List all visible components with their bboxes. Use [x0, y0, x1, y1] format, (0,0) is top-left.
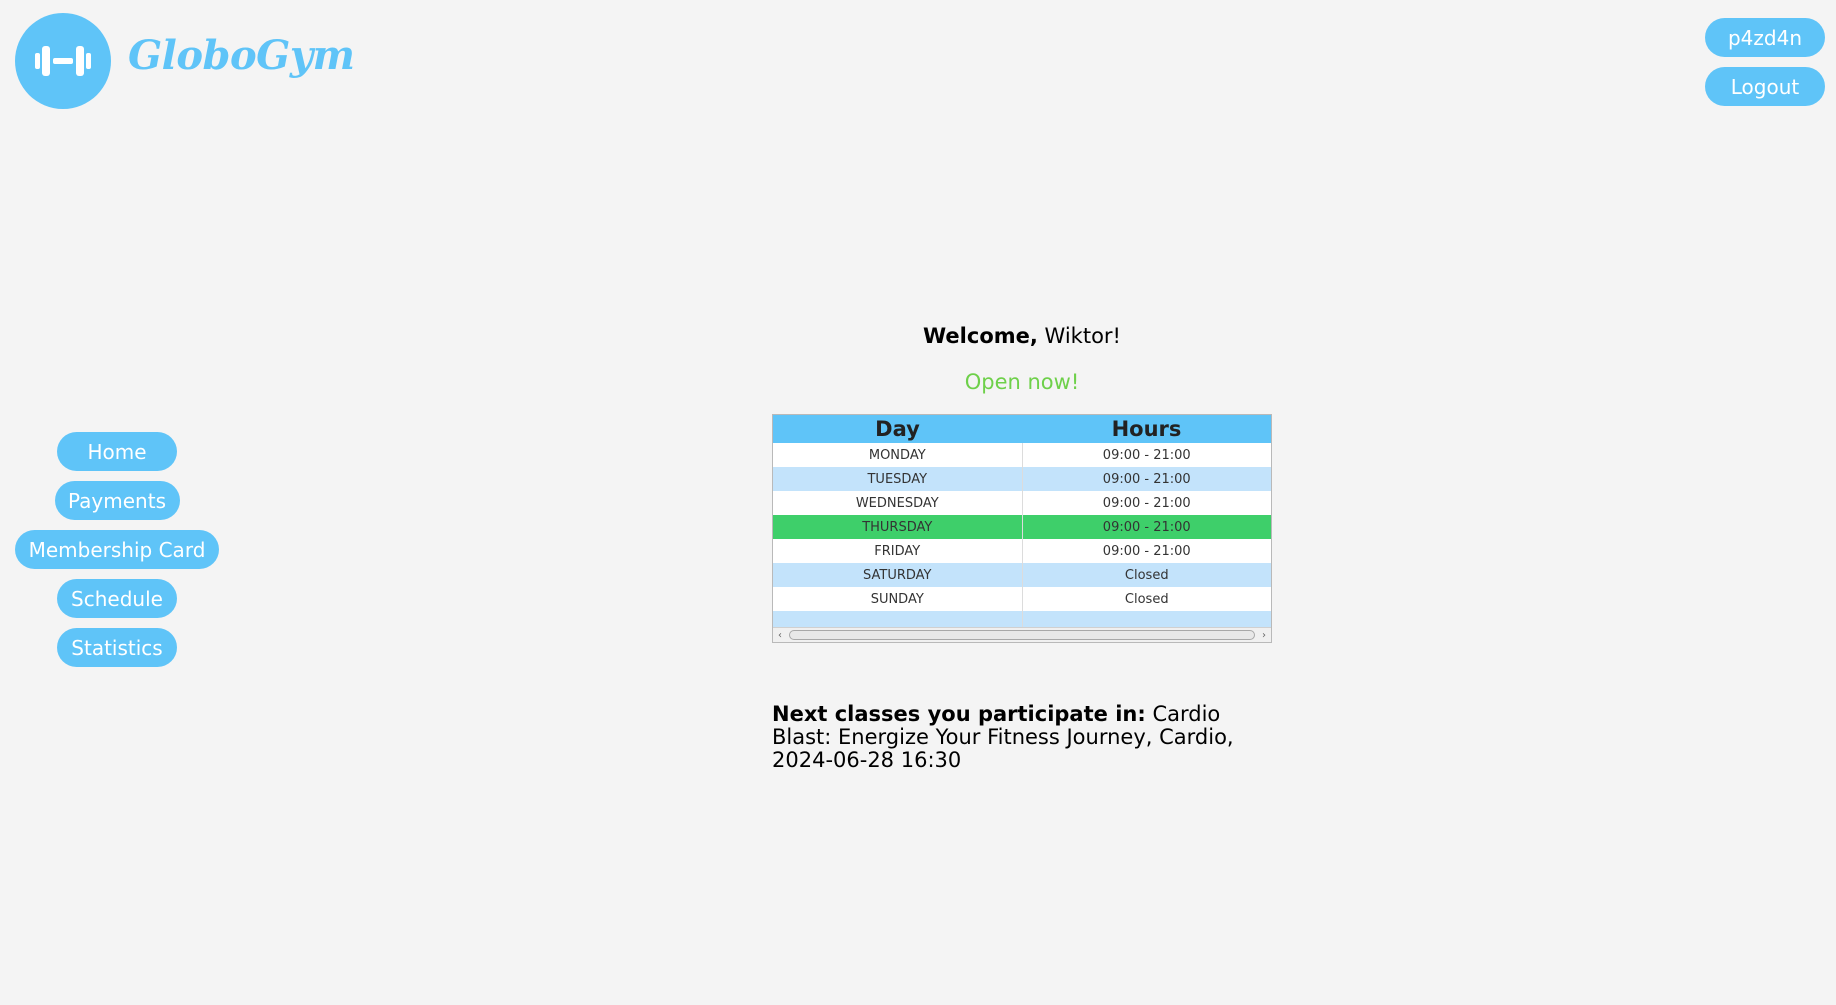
day-cell: FRIDAY: [773, 539, 1023, 563]
scroll-right-icon[interactable]: ›: [1257, 630, 1271, 641]
sidebar-item-schedule[interactable]: Schedule: [57, 579, 177, 618]
hours-cell: 09:00 - 21:00: [1022, 515, 1271, 539]
table-row-today: THURSDAY 09:00 - 21:00: [773, 515, 1271, 539]
day-cell: SUNDAY: [773, 587, 1023, 611]
day-cell: TUESDAY: [773, 467, 1023, 491]
dumbbell-icon: [35, 46, 91, 76]
hours-cell: 09:00 - 21:00: [1102, 543, 1191, 559]
sidebar-item-membership-card[interactable]: Membership Card: [15, 530, 219, 569]
day-cell: THURSDAY: [773, 515, 1023, 539]
day-cell: MONDAY: [773, 443, 1023, 467]
welcome-prefix: Welcome,: [923, 324, 1038, 348]
sidebar-item-statistics[interactable]: Statistics: [57, 628, 177, 667]
table-row: SATURDAY Closed: [773, 563, 1271, 587]
column-header-hours: Hours: [1022, 415, 1271, 443]
horizontal-scrollbar[interactable]: ‹ ›: [773, 627, 1271, 642]
sidebar-nav: Home Payments Membership Card Schedule S…: [15, 432, 219, 667]
column-header-day: Day: [773, 415, 1022, 443]
table-row: SUNDAY Closed: [773, 587, 1271, 611]
hours-cell: 09:00 - 21:00: [1102, 495, 1191, 511]
hours-cell: 09:00 - 21:00: [1022, 467, 1271, 491]
day-cell: SATURDAY: [773, 563, 1023, 587]
sidebar-item-home[interactable]: Home: [57, 432, 177, 471]
table-row: MONDAY 09:00 - 21:00: [773, 443, 1271, 467]
opening-hours-table: Day Hours MONDAY 09:00 - 21:00 TUESDAY 0…: [772, 414, 1272, 643]
open-status: Open now!: [964, 370, 1080, 394]
day-cell: WEDNESDAY: [773, 491, 1023, 515]
table-row: FRIDAY 09:00 - 21:00: [773, 539, 1271, 563]
logo-dumbbell-icon: [15, 13, 111, 109]
sidebar-item-payments[interactable]: Payments: [54, 481, 180, 520]
scrollbar-thumb[interactable]: [789, 630, 1255, 640]
welcome-message: Welcome, Wiktor!: [772, 324, 1272, 348]
hours-cell: 09:00 - 21:00: [1102, 447, 1191, 463]
scroll-left-icon[interactable]: ‹: [773, 630, 787, 641]
next-classes: Next classes you participate in: Cardio …: [772, 703, 1272, 772]
hours-cell: Closed: [1124, 591, 1169, 607]
brand-name: GloboGym: [128, 32, 355, 79]
table-row: TUESDAY 09:00 - 21:00: [773, 467, 1271, 491]
logout-button[interactable]: Logout: [1705, 67, 1825, 106]
user-button[interactable]: p4zd4n: [1705, 18, 1825, 57]
hours-cell: Closed: [1022, 563, 1271, 587]
table-row: WEDNESDAY 09:00 - 21:00: [773, 491, 1271, 515]
next-classes-label: Next classes you participate in:: [772, 702, 1146, 726]
welcome-name: Wiktor!: [1044, 324, 1121, 348]
